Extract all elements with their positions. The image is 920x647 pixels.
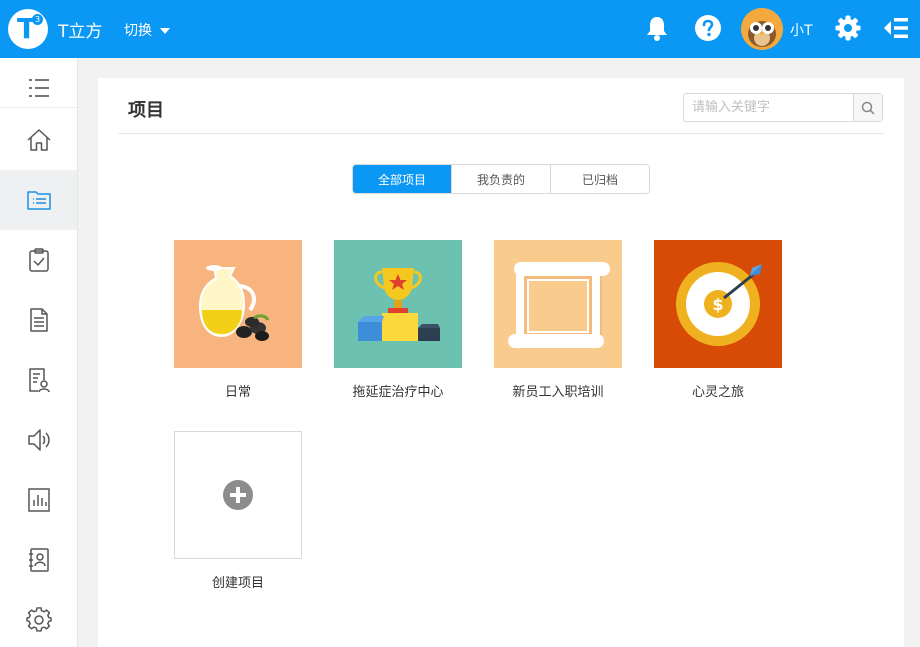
project-card-daily[interactable]: 日常 [174,240,302,400]
chevron-down-icon [160,28,170,34]
settings-icon[interactable] [834,14,862,42]
tab-my-projects[interactable]: 我负责的 [452,165,551,193]
search-button[interactable] [853,94,882,121]
oil-jug-icon [174,240,302,368]
page-title: 项目 [128,100,164,121]
search-box [683,93,883,122]
projects-panel: 项目 全部项目 我负责的 已归档 [98,78,904,647]
tab-archived[interactable]: 已归档 [551,165,649,193]
help-icon[interactable] [694,14,722,42]
owl-avatar-icon [741,8,783,50]
project-thumbnail[interactable] [334,240,462,368]
project-name[interactable]: 心灵之旅 [654,381,782,400]
app-name: T立方 [58,22,103,42]
project-name[interactable]: 日常 [174,381,302,400]
create-project-label[interactable]: 创建项目 [174,572,302,591]
sidebar [0,58,78,647]
sidebar-item-projects[interactable] [0,170,77,230]
bell-icon[interactable] [643,14,671,42]
svg-text:$: $ [712,295,723,314]
sidebar-item-documents[interactable] [0,290,77,350]
avatar[interactable] [741,8,783,50]
sidebar-item-settings[interactable] [0,590,77,647]
project-card-onboarding[interactable]: 新员工入职培训 [494,240,622,400]
sidebar-item-menu[interactable] [0,58,77,118]
sidebar-item-address-book[interactable] [0,530,77,590]
sidebar-item-reports[interactable] [0,470,77,530]
switch-dropdown[interactable]: 切换 [124,20,170,40]
top-bar: T 3 T立方 切换 小T [0,0,920,58]
project-filter-tabs: 全部项目 我负责的 已归档 [352,164,650,194]
project-thumbnail[interactable]: $ [654,240,782,368]
address-book-icon [28,548,49,572]
header-divider [118,133,884,134]
add-icon [223,480,253,510]
sidebar-item-contacts-doc[interactable] [0,350,77,410]
scroll-icon [494,240,622,368]
home-icon [26,129,51,151]
collapse-menu-icon[interactable] [882,14,910,42]
project-name[interactable]: 拖延症治疗中心 [334,381,462,400]
project-name[interactable]: 新员工入职培训 [494,381,622,400]
bar-chart-icon [27,488,50,512]
sidebar-item-home[interactable] [0,110,77,170]
logo[interactable]: T 3 [8,9,48,49]
sidebar-item-tasks[interactable] [0,230,77,290]
search-input[interactable] [684,94,854,121]
trophy-podium-icon [334,240,462,368]
speaker-icon [27,429,50,451]
target-arrow-icon: $ [654,240,782,368]
project-card-spiritual-journey[interactable]: $ 心灵之旅 [654,240,782,400]
create-project-card[interactable]: 创建项目 [174,431,302,591]
search-icon [861,101,875,115]
project-card-procrastination[interactable]: 拖延症治疗中心 [334,240,462,400]
username[interactable]: 小T [790,20,813,40]
project-thumbnail[interactable] [494,240,622,368]
logo-superscript: 3 [32,14,43,25]
switch-label: 切换 [124,23,152,39]
create-project-button[interactable] [174,431,302,559]
menu-icon [28,79,49,97]
tab-all-projects[interactable]: 全部项目 [353,165,452,193]
gear-icon [25,607,52,632]
contact-document-icon [28,368,50,393]
project-list-icon [26,191,51,210]
project-thumbnail[interactable] [174,240,302,368]
document-icon [29,308,48,332]
clipboard-check-icon [28,248,49,272]
sidebar-item-announcements[interactable] [0,410,77,470]
